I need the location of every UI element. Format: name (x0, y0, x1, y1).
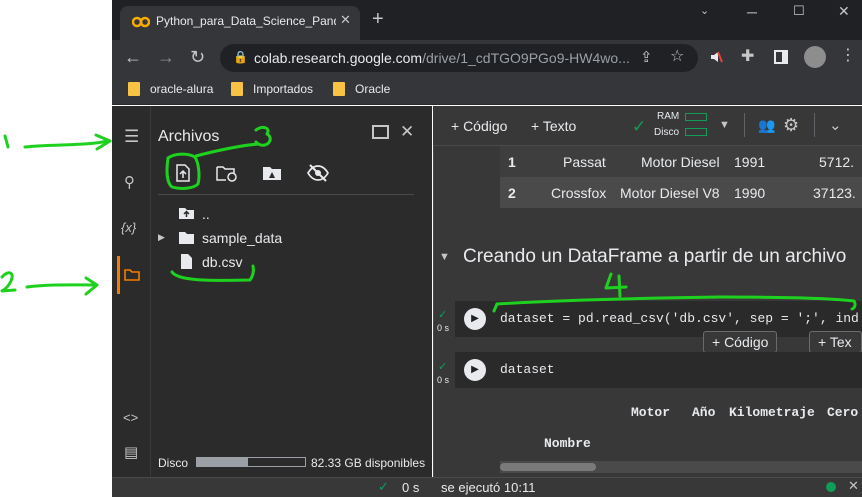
annotation-overlay (0, 125, 857, 313)
